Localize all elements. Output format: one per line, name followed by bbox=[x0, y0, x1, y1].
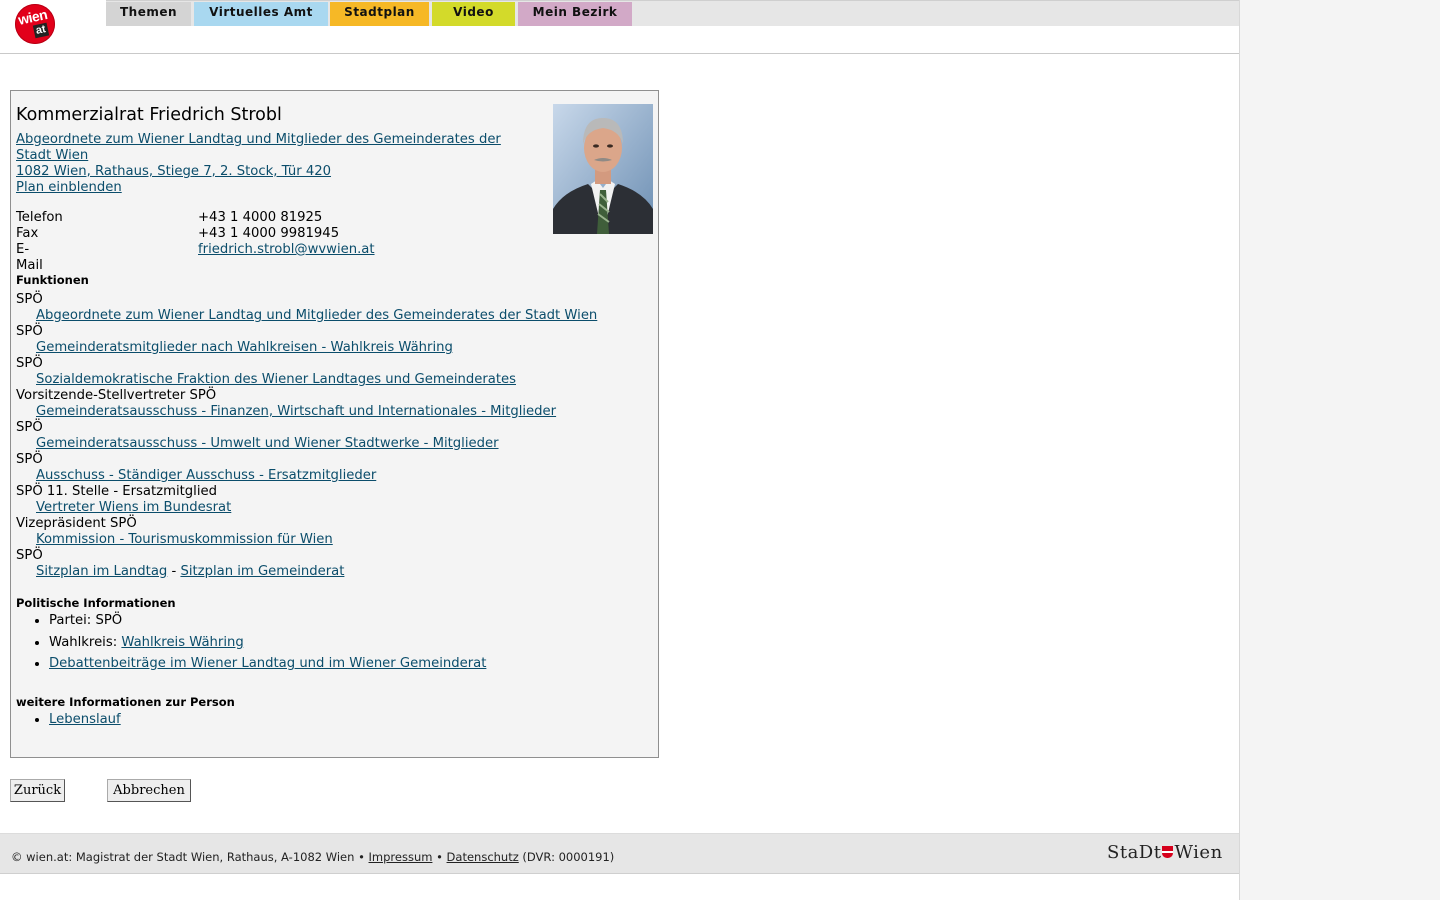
partei-text: Partei: SPÖ bbox=[49, 613, 123, 628]
person-photo bbox=[553, 104, 653, 234]
weitere-heading: weitere Informationen zur Person bbox=[16, 695, 235, 709]
function-role: SPÖ bbox=[16, 452, 43, 467]
list-item: Partei: SPÖ bbox=[49, 613, 486, 635]
function-role: SPÖ bbox=[16, 548, 43, 563]
politische-list: Partei: SPÖ Wahlkreis: Wahlkreis Währing… bbox=[11, 613, 486, 678]
main-nav: Themen Virtuelles Amt Stadtplan Video Me… bbox=[106, 0, 1239, 26]
tab-stadtplan[interactable]: Stadtplan bbox=[330, 2, 429, 26]
org-link[interactable]: Abgeordnete zum Wiener Landtag und Mitgl… bbox=[16, 132, 501, 163]
tab-mein-bezirk[interactable]: Mein Bezirk bbox=[518, 2, 632, 26]
function-role: Vorsitzende-Stellvertreter SPÖ bbox=[16, 388, 217, 403]
page: wien at Themen Virtuelles Amt Stadtplan … bbox=[0, 0, 1240, 900]
wahlkreis-label: Wahlkreis: bbox=[49, 634, 118, 650]
header-divider bbox=[0, 53, 1239, 54]
cancel-button[interactable]: Abbrechen bbox=[107, 779, 191, 802]
wahlkreis-link[interactable]: Wahlkreis Währing bbox=[121, 635, 243, 650]
function-role: SPÖ bbox=[16, 356, 43, 371]
tab-themen[interactable]: Themen bbox=[106, 2, 191, 26]
footer: © wien.at: Magistrat der Stadt Wien, Rat… bbox=[0, 833, 1239, 874]
footer-bullet: • bbox=[436, 850, 443, 864]
politische-heading: Politische Informationen bbox=[16, 596, 176, 610]
function-role: SPÖ 11. Stelle - Ersatzmitglied bbox=[16, 484, 217, 499]
function-link[interactable]: Vertreter Wiens im Bundesrat bbox=[36, 500, 231, 515]
phone-label: Telefon bbox=[16, 210, 63, 225]
datenschutz-link[interactable]: Datenschutz bbox=[447, 850, 519, 864]
function-link[interactable]: Gemeinderatsausschuss - Umwelt und Wiene… bbox=[36, 436, 499, 451]
tab-virtuelles-amt[interactable]: Virtuelles Amt bbox=[194, 2, 328, 26]
function-link[interactable]: Abgeordnete zum Wiener Landtag und Mitgl… bbox=[36, 308, 597, 323]
footer-copyright: © wien.at: Magistrat der Stadt Wien, Rat… bbox=[11, 850, 365, 864]
address-link[interactable]: 1082 Wien, Rathaus, Stiege 7, 2. Stock, … bbox=[16, 164, 331, 179]
stadt-wien-logo[interactable]: StaDt Wien bbox=[1107, 842, 1223, 863]
function-link[interactable]: Gemeinderatsausschuss - Finanzen, Wirtsc… bbox=[36, 404, 556, 419]
function-role: SPÖ bbox=[16, 292, 43, 307]
fax-label: Fax bbox=[16, 226, 39, 241]
lebenslauf-link[interactable]: Lebenslauf bbox=[49, 712, 121, 727]
function-role: Vizepräsident SPÖ bbox=[16, 516, 137, 531]
email-link[interactable]: friedrich.strobl@wvwien.at bbox=[198, 242, 375, 257]
back-button[interactable]: Zurück bbox=[10, 779, 65, 802]
function-link[interactable]: Kommission - Tourismuskommission für Wie… bbox=[36, 532, 333, 547]
function-link[interactable]: Gemeinderatsmitglieder nach Wahlkreisen … bbox=[36, 340, 453, 355]
tab-video[interactable]: Video bbox=[432, 2, 515, 26]
list-item: Debattenbeiträge im Wiener Landtag und i… bbox=[49, 656, 486, 678]
phone-value: +43 1 4000 81925 bbox=[198, 210, 323, 225]
wien-at-logo[interactable]: wien at bbox=[15, 4, 55, 44]
list-item: Lebenslauf bbox=[49, 712, 121, 734]
function-role: SPÖ bbox=[16, 324, 43, 339]
person-card: Kommerzialrat Friedrich Strobl Abgeordne… bbox=[10, 90, 659, 758]
function-link[interactable]: Ausschuss - Ständiger Ausschuss - Ersatz… bbox=[36, 468, 376, 483]
funktionen-list: SPÖ Abgeordnete zum Wiener Landtag und M… bbox=[16, 292, 597, 580]
brand-wien: Wien bbox=[1174, 842, 1223, 863]
person-name: Kommerzialrat Friedrich Strobl bbox=[16, 105, 282, 125]
footer-dvr: (DVR: 0000191) bbox=[522, 850, 615, 864]
debatten-link[interactable]: Debattenbeiträge im Wiener Landtag und i… bbox=[49, 656, 486, 671]
impressum-link[interactable]: Impressum bbox=[369, 850, 433, 864]
sitzplan-separator: - bbox=[171, 564, 177, 579]
sitzplan-gemeinderat-link[interactable]: Sitzplan im Gemeinderat bbox=[180, 564, 344, 579]
vienna-shield-icon bbox=[1162, 846, 1174, 858]
logo-subtext: at bbox=[32, 22, 49, 39]
fax-value: +43 1 4000 9981945 bbox=[198, 226, 340, 241]
list-item: Wahlkreis: Wahlkreis Währing bbox=[49, 635, 486, 657]
plan-toggle-link[interactable]: Plan einblenden bbox=[16, 180, 122, 195]
email-label: E-Mail bbox=[16, 242, 43, 273]
sitzplan-landtag-link[interactable]: Sitzplan im Landtag bbox=[36, 564, 167, 579]
function-link[interactable]: Sozialdemokratische Fraktion des Wiener … bbox=[36, 372, 516, 387]
function-role: SPÖ bbox=[16, 420, 43, 435]
brand-stadt: StaDt bbox=[1107, 842, 1162, 863]
weitere-list: Lebenslauf bbox=[11, 712, 121, 734]
funktionen-heading: Funktionen bbox=[16, 273, 89, 287]
